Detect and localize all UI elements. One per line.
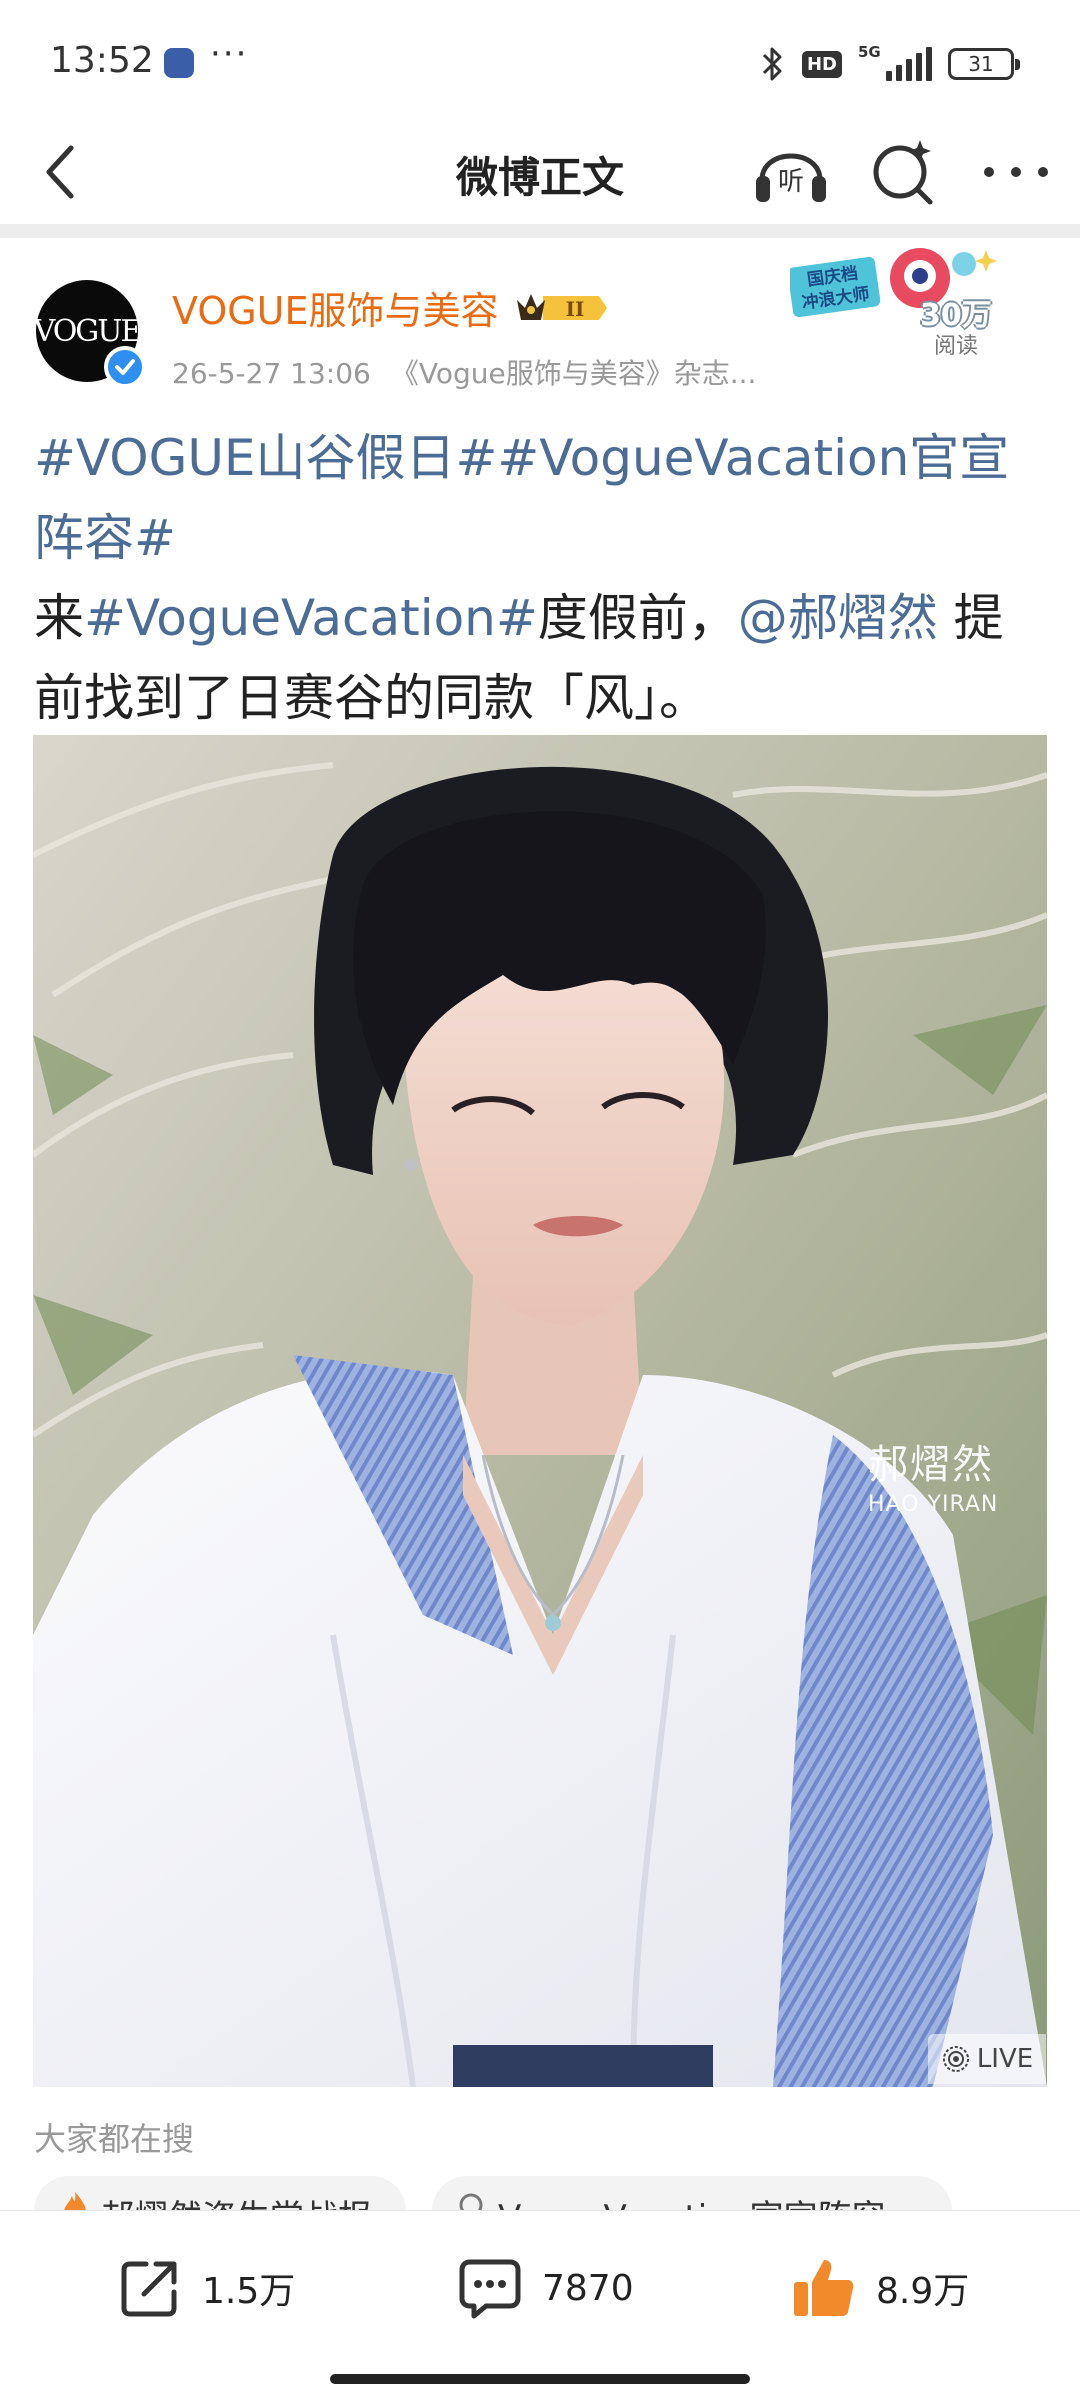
status-more-notifications: ··· [210, 34, 249, 74]
like-count: 8.9万 [876, 2271, 970, 2312]
post-text-segment: 来 [34, 589, 84, 647]
topic-link[interactable]: #VOGUE山谷假日# [34, 429, 497, 487]
hd-badge: HD [801, 50, 842, 78]
signal-icon: 5G [858, 43, 932, 81]
post-text: #VOGUE山谷假日##VogueVacation官宣阵容# 来#VogueVa… [34, 418, 1050, 738]
home-indicator[interactable] [330, 2374, 750, 2384]
search-suggestions: 郝熠然资生堂战报 VogueVacation官宣阵容 [34, 2176, 1054, 2210]
post-time: 26-5-27 13:06 [172, 357, 371, 390]
author-row: VOGUE服饰与美容 II [172, 280, 609, 335]
photo-caption-cn: 郝熠然 [868, 1442, 994, 1488]
mention-link[interactable]: @郝熠然 [738, 589, 938, 647]
svg-text:II: II [565, 297, 584, 321]
portrait-photo-image [33, 735, 1047, 2087]
post-text-segment: 度假前， [537, 589, 738, 647]
svg-text:听: 听 [778, 167, 804, 197]
post-source[interactable]: 《Vogue服饰与美容》杂志... [391, 357, 757, 390]
battery-icon: 31 [948, 48, 1020, 80]
search-suggestion-chip[interactable]: VogueVacation官宣阵容 [432, 2176, 952, 2210]
comment-icon [459, 2259, 521, 2319]
bluetooth-icon [762, 47, 782, 81]
photo-watermark: 郝熠然 HAO YIRAN [868, 1432, 998, 1517]
notification-app-icon [164, 48, 194, 78]
search-suggestions-heading: 大家都在搜 [34, 2120, 195, 2158]
reads-label: 阅读 [934, 334, 979, 359]
section-divider [0, 224, 1080, 238]
vip-crown-badge-icon: II [516, 293, 607, 321]
share-icon [121, 2261, 177, 2317]
share-count: 1.5万 [202, 2271, 296, 2312]
comment-count: 7870 [542, 2267, 634, 2309]
post-meta: 26-5-27 13:06 《Vogue服饰与美容》杂志... [172, 352, 832, 392]
comment-button[interactable]: 7870 [456, 2253, 634, 2323]
topic-link[interactable]: #VogueVacation# [84, 589, 538, 647]
more-options-button[interactable] [976, 144, 1056, 200]
search-icon [459, 2193, 483, 2210]
status-bar: 13:52 ··· HD 5G 31 [0, 0, 1080, 120]
post-photo[interactable]: 郝熠然 HAO YIRAN [33, 735, 1047, 2087]
author-name[interactable]: VOGUE服饰与美容 [172, 280, 499, 335]
status-indicators: HD 5G 31 [758, 43, 1020, 84]
like-button[interactable]: 8.9万 [790, 2253, 969, 2323]
status-time: 13:52 [50, 40, 154, 81]
nav-bar: 微博正文 听 [0, 120, 1080, 224]
share-button[interactable]: 1.5万 [116, 2253, 295, 2323]
live-photo-badge[interactable]: LIVE [928, 2034, 1046, 2084]
verified-badge-icon [104, 346, 146, 388]
hot-icon [64, 2192, 86, 2210]
live-label: LIVE [976, 2044, 1034, 2074]
live-photo-icon [942, 2046, 969, 2072]
photo-caption-en: HAO YIRAN [868, 1492, 999, 1517]
listen-headphones-icon[interactable]: 听 [752, 132, 830, 210]
like-thumbs-up-icon [794, 2260, 854, 2316]
search-icon[interactable] [868, 134, 938, 210]
bottom-action-bar: 1.5万 7870 8.9万 [0, 2210, 1080, 2360]
search-suggestion-chip[interactable]: 郝熠然资生堂战报 [34, 2176, 406, 2210]
